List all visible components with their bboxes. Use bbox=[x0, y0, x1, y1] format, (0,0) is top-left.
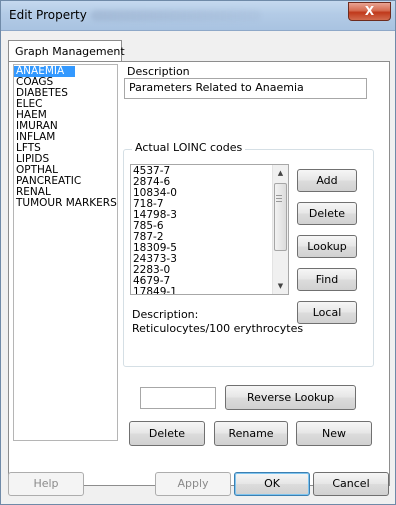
group-list[interactable]: ANAEMIA COAGS DIABETES ELEC HAEM IMURAN INFLAM… bbox=[13, 64, 118, 441]
lookup-button[interactable]: Lookup bbox=[297, 235, 357, 258]
delete-group-button[interactable]: Delete bbox=[129, 421, 205, 446]
find-button[interactable]: Find bbox=[297, 268, 357, 291]
rename-group-button[interactable]: Rename bbox=[214, 421, 288, 446]
title-bar[interactable]: Edit Property X bbox=[1, 1, 395, 31]
group-list-item[interactable]: TUMOUR MARKERS bbox=[14, 198, 117, 209]
apply-button[interactable]: Apply bbox=[155, 472, 231, 496]
help-button[interactable]: Help bbox=[8, 472, 84, 496]
close-icon: X bbox=[364, 4, 375, 18]
window-title: Edit Property bbox=[9, 8, 87, 22]
scroll-down-arrow-icon[interactable]: ▼ bbox=[273, 278, 288, 294]
new-group-button[interactable]: New bbox=[296, 421, 372, 446]
loinc-codes-scrollbar[interactable]: ▲ ▼ bbox=[272, 165, 288, 294]
delete-code-button[interactable]: Delete bbox=[297, 202, 357, 225]
reverse-lookup-input[interactable] bbox=[140, 387, 216, 409]
ok-button[interactable]: OK bbox=[234, 472, 310, 496]
code-description-label: Description: bbox=[132, 308, 199, 321]
tab-graph-management[interactable]: Graph Management bbox=[8, 40, 125, 62]
scroll-grip-icon bbox=[276, 195, 282, 202]
loinc-codes-group-label: Actual LOINC codes bbox=[132, 141, 246, 154]
cancel-button[interactable]: Cancel bbox=[313, 472, 389, 496]
local-button[interactable]: Local bbox=[297, 301, 357, 324]
reverse-lookup-button[interactable]: Reverse Lookup bbox=[225, 385, 356, 410]
description-label: Description bbox=[127, 65, 190, 78]
edit-property-dialog: Edit Property X Graph Management ANAEMIA… bbox=[0, 0, 396, 505]
code-description-value: Reticulocytes/100 erythrocytes bbox=[132, 322, 304, 335]
close-button[interactable]: X bbox=[348, 2, 391, 21]
scroll-thumb[interactable] bbox=[274, 183, 287, 251]
scroll-up-arrow-icon[interactable]: ▲ bbox=[273, 165, 288, 181]
add-code-button[interactable]: Add bbox=[297, 169, 357, 192]
loinc-codes-list[interactable]: 4537-7 2874-6 10834-0 718-7 14798-3 785-6 787-… bbox=[130, 164, 289, 295]
blurred-title-text bbox=[91, 10, 261, 21]
loinc-code-item[interactable]: 17849-1 bbox=[131, 287, 288, 295]
description-input[interactable]: Parameters Related to Anaemia bbox=[124, 78, 367, 99]
